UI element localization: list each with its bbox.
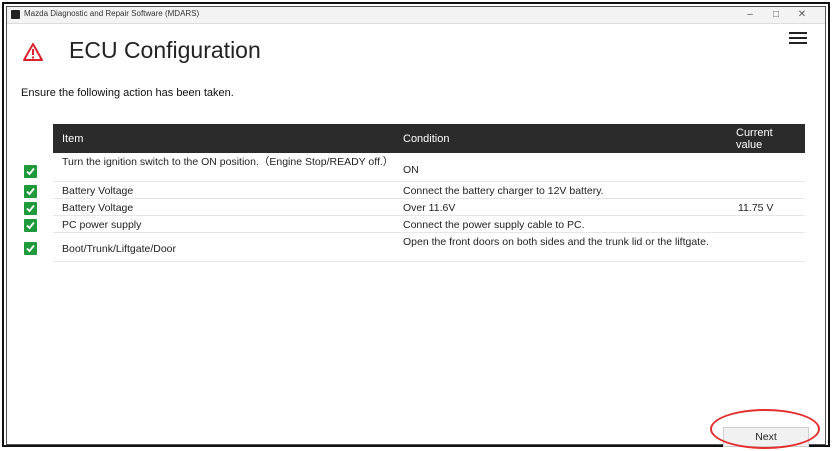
column-header-current-value: Current value [736,126,773,151]
minimize-button[interactable]: – [739,7,761,23]
table-row: Battery Voltage Over 11.6V 11.75 V [21,200,805,216]
table-row: Boot/Trunk/Liftgate/Door Open the front … [21,234,805,262]
instruction-text: Ensure the following action has been tak… [21,87,234,99]
row-item: Battery Voltage [62,202,134,214]
app-icon [11,10,20,19]
table-header: Item Condition Current value [53,124,805,153]
close-button[interactable]: ✕ [791,7,813,23]
row-item: PC power supply [62,219,142,231]
row-current-value: 11.75 V [738,202,774,214]
title-bar: Mazda Diagnostic and Repair Software (MD… [7,7,825,24]
row-condition: Connect the power supply cable to PC. [403,219,585,231]
hamburger-menu-icon[interactable] [789,32,807,46]
maximize-button[interactable]: □ [765,7,787,23]
checkbox-checked-icon[interactable] [24,185,37,198]
row-condition: Connect the battery charger to 12V batte… [403,185,604,197]
next-button[interactable]: Next [723,427,809,447]
checkbox-checked-icon[interactable] [24,242,37,255]
table-row: Battery Voltage Connect the battery char… [21,183,805,199]
row-condition: Open the front doors on both sides and t… [403,236,709,248]
row-item: Battery Voltage [62,185,134,197]
app-window: Mazda Diagnostic and Repair Software (MD… [6,6,826,449]
column-header-item: Item [62,132,84,145]
page-title: ECU Configuration [69,37,261,63]
row-item: Turn the ignition switch to the ON posit… [62,156,394,168]
table-row: Turn the ignition switch to the ON posit… [21,154,805,182]
row-condition: Over 11.6V [403,202,456,214]
checkbox-checked-icon[interactable] [24,219,37,232]
row-condition: ON [403,164,419,176]
column-header-condition: Condition [403,132,450,145]
row-item: Boot/Trunk/Liftgate/Door [62,243,177,255]
page-header: ECU Configuration [21,35,521,71]
checkbox-checked-icon[interactable] [24,165,37,178]
table-row: PC power supply Connect the power supply… [21,217,805,233]
window-title: Mazda Diagnostic and Repair Software (MD… [24,9,200,18]
warning-triangle-icon [23,43,43,61]
checkbox-checked-icon[interactable] [24,202,37,215]
